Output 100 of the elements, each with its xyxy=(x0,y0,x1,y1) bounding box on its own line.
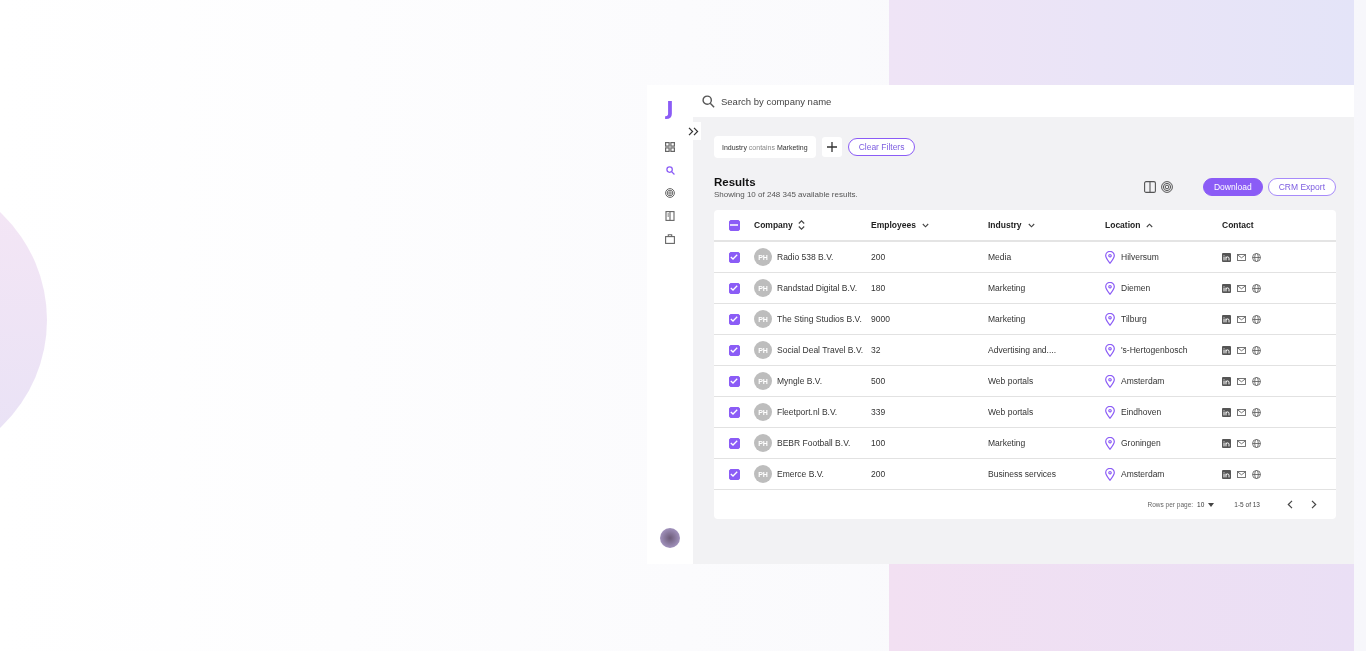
row-checkbox[interactable] xyxy=(728,344,740,356)
minus-icon xyxy=(730,224,738,226)
chevron-up-icon[interactable] xyxy=(1146,222,1154,228)
export-button[interactable]: CRM Export xyxy=(1267,178,1336,196)
linkedin-icon[interactable] xyxy=(1222,283,1231,293)
briefcase-icon xyxy=(665,234,675,244)
mail-icon[interactable] xyxy=(1237,253,1246,261)
location-pin-icon xyxy=(1105,374,1115,388)
user-avatar[interactable] xyxy=(660,528,680,548)
location-pin-icon xyxy=(1105,436,1115,450)
column-header[interactable]: Industry xyxy=(988,220,1022,230)
column-header[interactable]: Company xyxy=(754,220,793,230)
employee-count: 500 xyxy=(871,376,886,386)
previous-page-icon[interactable] xyxy=(1287,500,1293,509)
check-icon xyxy=(730,285,738,291)
column-header[interactable]: Location xyxy=(1105,220,1141,230)
company-name[interactable]: Fleetport.nl B.V. xyxy=(777,407,838,417)
column-header[interactable]: Employees xyxy=(871,220,916,230)
globe-icon[interactable] xyxy=(1252,376,1261,386)
linkedin-icon[interactable] xyxy=(1222,314,1231,324)
linkedin-icon[interactable] xyxy=(1222,252,1231,262)
row-checkbox[interactable] xyxy=(728,406,740,418)
double-chevron-icon xyxy=(687,126,699,136)
plus-icon xyxy=(826,142,837,152)
mail-icon[interactable] xyxy=(1237,346,1246,354)
column-header[interactable]: Contact xyxy=(1222,220,1254,230)
next-page-icon[interactable] xyxy=(1311,500,1317,509)
location-cell: Diemen xyxy=(1121,283,1151,293)
columns-icon[interactable] xyxy=(1143,181,1156,193)
results-count: Showing 10 of 248 345 available results. xyxy=(714,190,858,199)
row-checkbox[interactable] xyxy=(728,282,740,294)
mail-icon[interactable] xyxy=(1237,439,1246,447)
add-filter-button[interactable] xyxy=(821,137,842,157)
company-name[interactable]: Randstad Digital B.V. xyxy=(777,283,857,293)
employee-count: 339 xyxy=(871,407,886,417)
linkedin-icon[interactable] xyxy=(1222,469,1231,479)
globe-icon[interactable] xyxy=(1252,407,1261,417)
globe-icon[interactable] xyxy=(1252,438,1261,448)
globe-icon[interactable] xyxy=(1252,469,1261,479)
location-cell: Hilversum xyxy=(1121,252,1159,262)
expand-sidebar-button[interactable] xyxy=(685,122,701,140)
globe-icon[interactable] xyxy=(1252,314,1261,324)
row-checkbox[interactable] xyxy=(728,437,740,449)
book-nav-item[interactable] xyxy=(662,208,678,224)
location-cell: Eindhoven xyxy=(1121,407,1162,417)
industry-cell: Web portals xyxy=(988,407,1034,417)
mail-icon[interactable] xyxy=(1237,470,1246,478)
target-icon xyxy=(665,188,675,198)
company-name[interactable]: Emerce B.V. xyxy=(777,469,824,479)
employee-count: 100 xyxy=(871,438,886,448)
linkedin-icon[interactable] xyxy=(1222,376,1231,386)
search-field[interactable]: Search by company name xyxy=(721,89,1354,113)
download-button[interactable]: Download xyxy=(1202,178,1263,196)
employee-count: 9000 xyxy=(871,314,890,324)
check-icon xyxy=(730,378,738,384)
target-nav-item[interactable] xyxy=(662,185,678,201)
row-checkbox[interactable] xyxy=(728,251,740,263)
select-all-checkbox[interactable] xyxy=(728,219,740,231)
location-pin-icon xyxy=(1105,250,1115,264)
globe-icon[interactable] xyxy=(1252,252,1261,262)
employee-count: 200 xyxy=(871,469,886,479)
employee-count: 180 xyxy=(871,283,886,293)
row-checkbox[interactable] xyxy=(728,313,740,325)
grid-icon xyxy=(665,142,675,152)
search-icon xyxy=(702,94,715,108)
linkedin-icon[interactable] xyxy=(1222,438,1231,448)
company-name[interactable]: Radio 538 B.V. xyxy=(777,252,834,262)
row-checkbox[interactable] xyxy=(728,468,740,480)
chevron-down-icon[interactable] xyxy=(921,222,929,228)
grid-nav-item[interactable] xyxy=(662,139,678,155)
mail-icon[interactable] xyxy=(1237,408,1246,416)
globe-icon[interactable] xyxy=(1252,345,1261,355)
mail-icon[interactable] xyxy=(1237,284,1246,292)
target-icon[interactable] xyxy=(1160,181,1173,193)
globe-icon[interactable] xyxy=(1252,283,1261,293)
chevron-down-icon[interactable] xyxy=(1027,222,1035,228)
search-bar[interactable]: Search by company name xyxy=(693,85,1354,117)
check-icon xyxy=(730,471,738,477)
mail-icon[interactable] xyxy=(1237,377,1246,385)
location-pin-icon xyxy=(1105,312,1115,326)
location-pin-icon xyxy=(1105,343,1115,357)
clear-filters-button[interactable]: Clear Filters xyxy=(847,138,916,156)
company-name[interactable]: The Sting Studios B.V. xyxy=(777,314,862,324)
industry-cell: Web portals xyxy=(988,376,1034,386)
check-icon xyxy=(730,254,738,260)
location-pin-icon xyxy=(1105,467,1115,481)
search-icon xyxy=(665,165,675,175)
sort-icon[interactable] xyxy=(797,220,805,230)
linkedin-icon[interactable] xyxy=(1222,345,1231,355)
check-icon xyxy=(730,347,738,353)
industry-cell: Business services xyxy=(988,469,1057,479)
linkedin-icon[interactable] xyxy=(1222,407,1231,417)
company-name[interactable]: Social Deal Travel B.V. xyxy=(777,345,864,355)
row-checkbox[interactable] xyxy=(728,375,740,387)
location-cell: Tilburg xyxy=(1121,314,1147,324)
company-name[interactable]: Myngle B.V. xyxy=(777,376,823,386)
company-name[interactable]: BEBR Football B.V. xyxy=(777,438,851,448)
briefcase-nav-item[interactable] xyxy=(662,231,678,247)
check-icon xyxy=(730,316,738,322)
mail-icon[interactable] xyxy=(1237,315,1246,323)
